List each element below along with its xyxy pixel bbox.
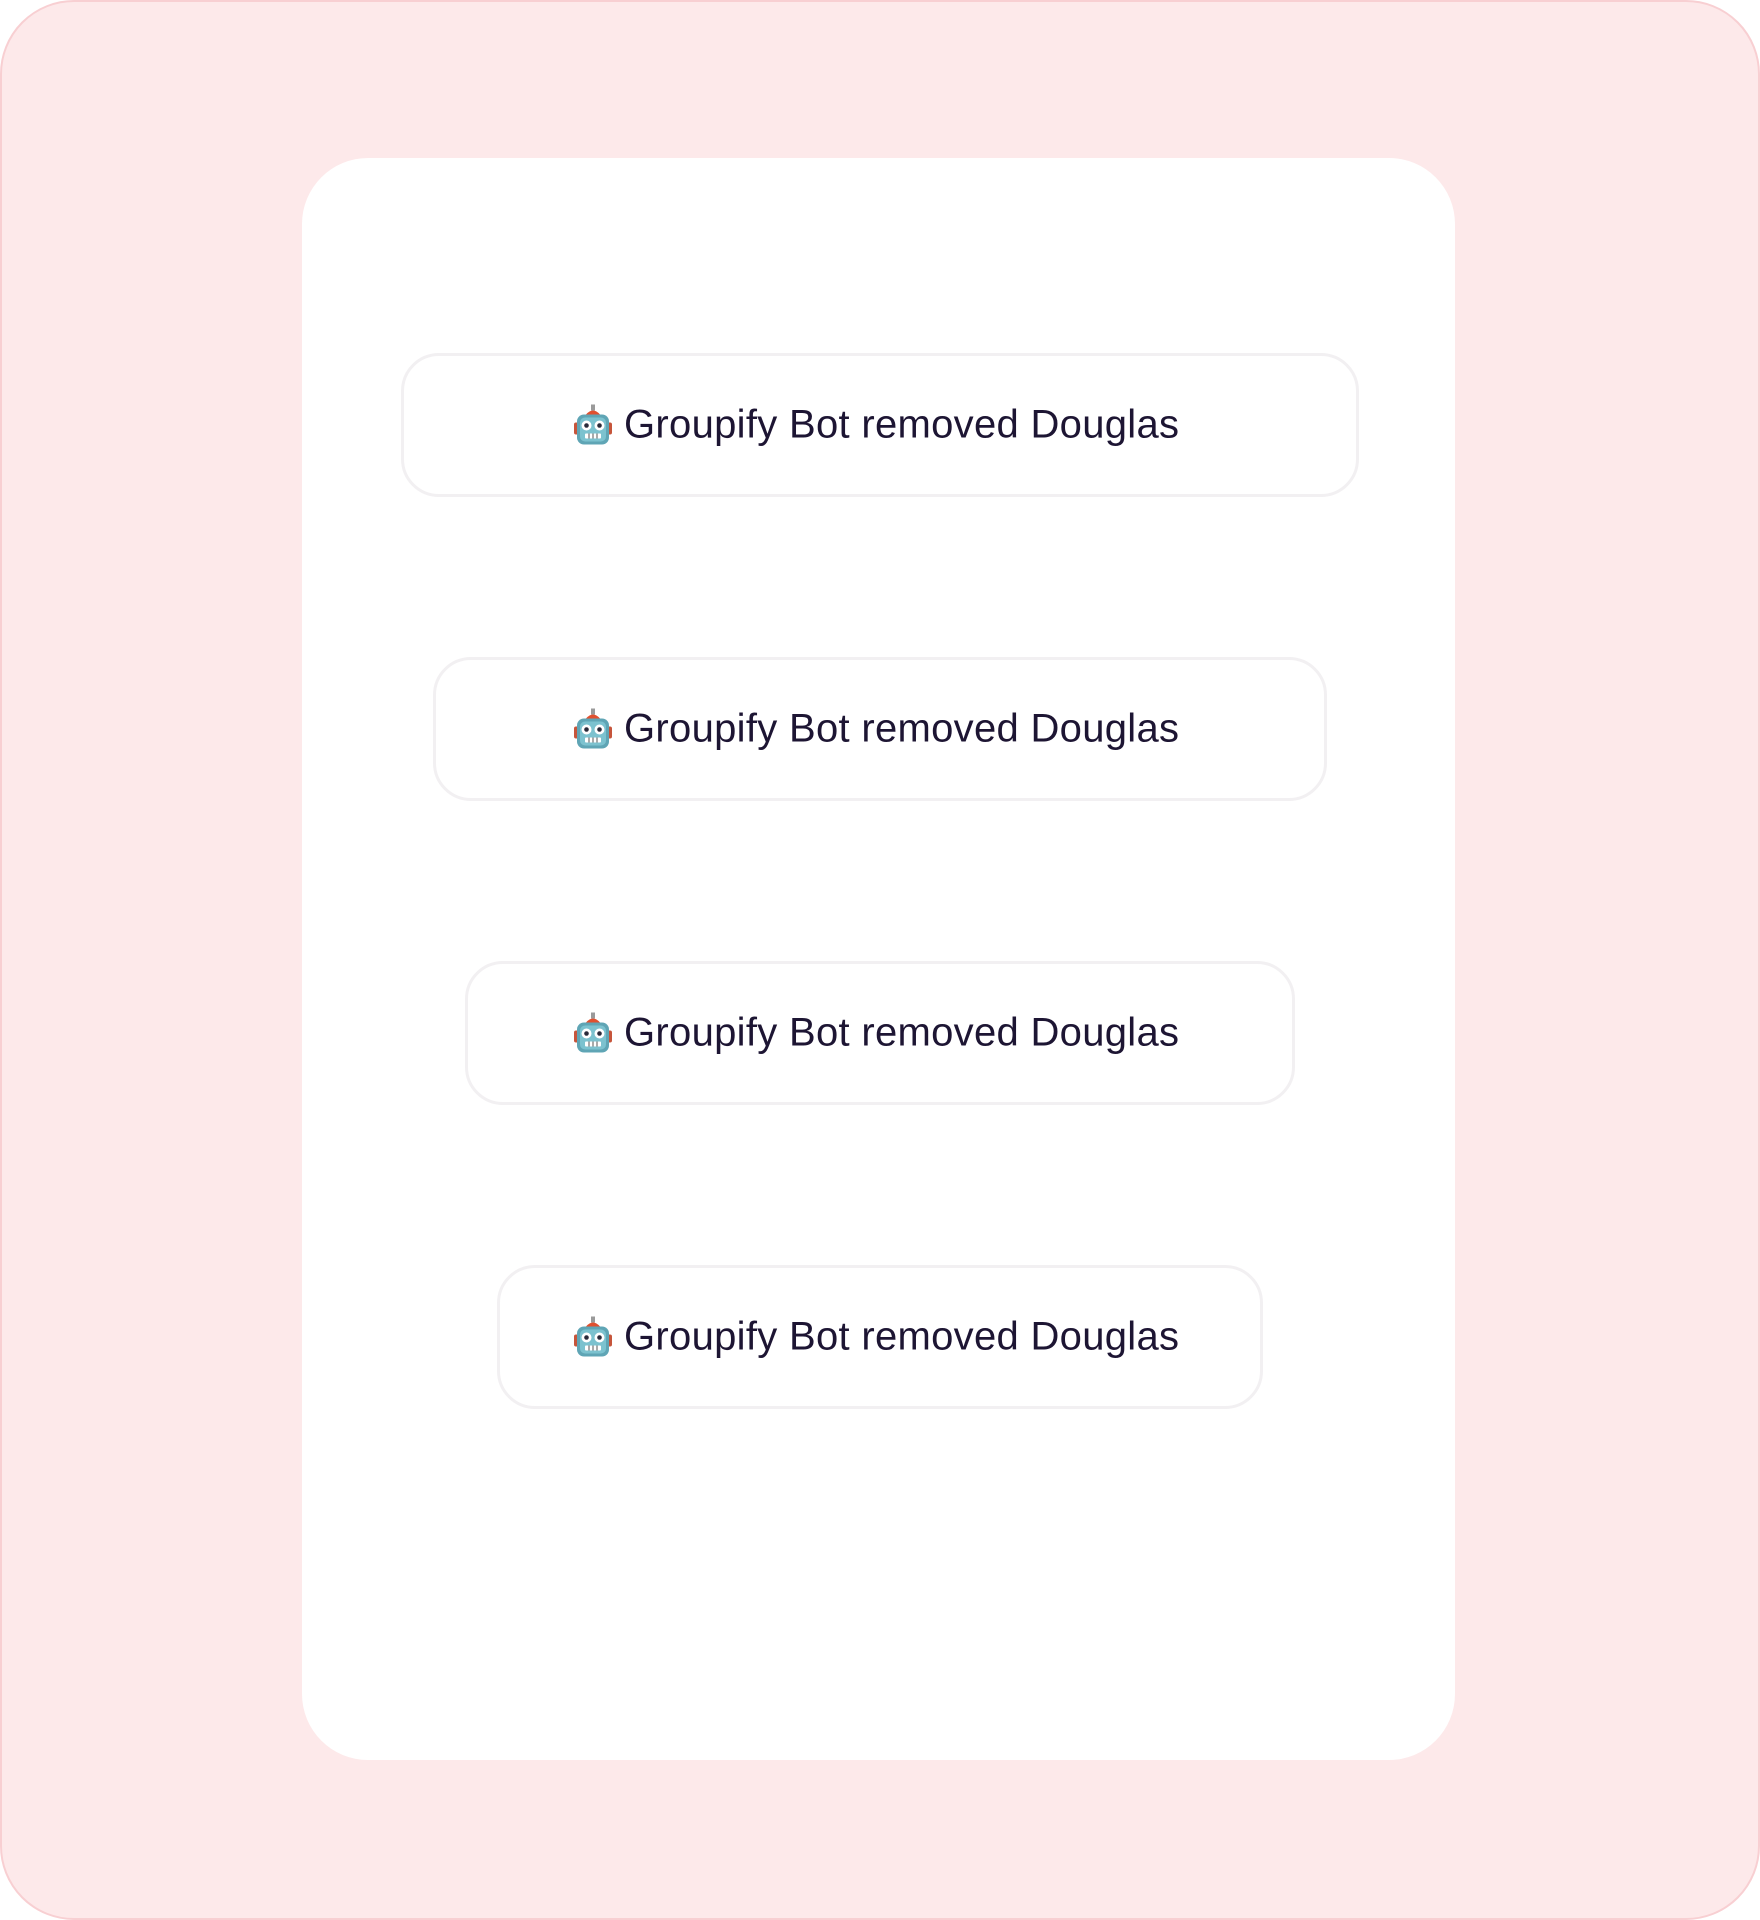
robot-icon — [574, 1316, 612, 1356]
notification-pill: Groupify Bot removed Douglas — [497, 1265, 1263, 1409]
notification-text: Groupify Bot removed Douglas — [624, 1010, 1180, 1055]
notification-text: Groupify Bot removed Douglas — [624, 1314, 1180, 1359]
notification-text: Groupify Bot removed Douglas — [624, 706, 1180, 751]
robot-icon — [574, 1012, 612, 1052]
notification-pill: Groupify Bot removed Douglas — [433, 657, 1327, 801]
notification-text: Groupify Bot removed Douglas — [624, 402, 1180, 447]
robot-icon — [574, 708, 612, 748]
robot-icon — [574, 404, 612, 444]
notification-pill: Groupify Bot removed Douglas — [401, 353, 1359, 497]
notification-pill: Groupify Bot removed Douglas — [465, 961, 1295, 1105]
